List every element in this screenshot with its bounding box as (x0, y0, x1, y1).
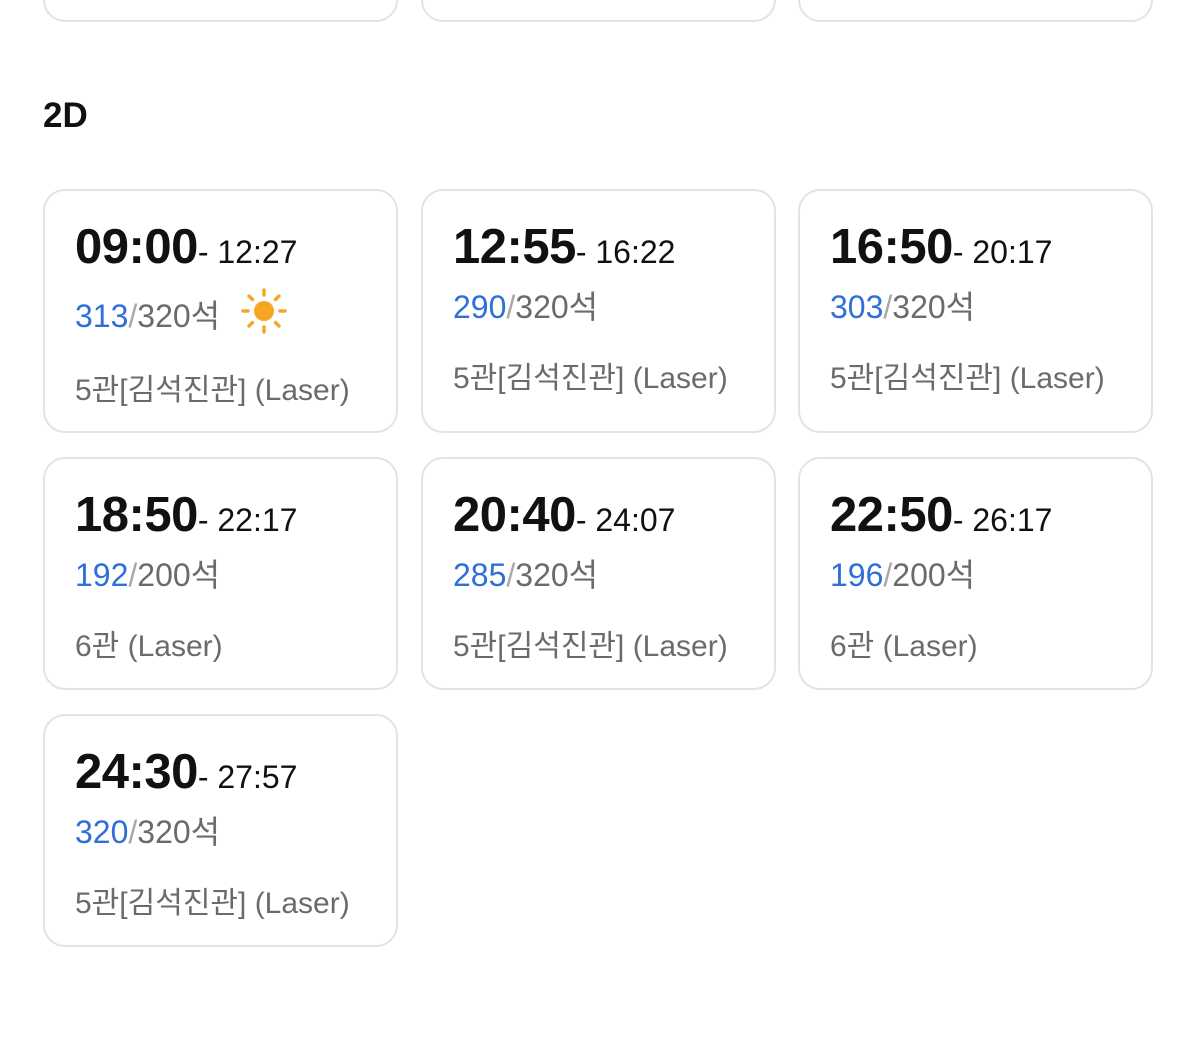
seat-availability: 303/320석 (830, 282, 975, 328)
start-time: 12:55 (453, 220, 576, 274)
seat-availability: 290/320석 (453, 282, 598, 328)
seat-separator: / (128, 298, 138, 334)
end-time: - 22:17 (197, 502, 298, 538)
start-time: 16:50 (830, 220, 953, 274)
available-seats: 285 (453, 557, 507, 593)
showtime-card[interactable]: 24:30- 27:57 320/320석 5관[김석진관] (Laser) (43, 714, 398, 947)
auditorium-label: 5관[김석진관] (Laser) (75, 374, 350, 407)
available-seats: 192 (75, 557, 129, 593)
time-range: 24:30- 27:57 (75, 744, 297, 800)
start-time: 18:50 (75, 488, 198, 542)
seat-availability: 196/200석 (830, 550, 975, 596)
total-seats: 200석 (892, 557, 976, 593)
format-section-title: 2D (43, 96, 88, 135)
time-range: 12:55- 16:22 (453, 219, 675, 275)
sun-icon (241, 287, 287, 342)
showtime-page: 2D 09:00- 12:27 313/320석 5관[김석진관] (Laser… (0, 0, 1200, 1041)
start-time: 20:40 (453, 488, 576, 542)
total-seats: 320석 (137, 814, 221, 850)
auditorium-label: 5관[김석진관] (Laser) (75, 887, 350, 920)
time-range: 22:50- 26:17 (830, 487, 1052, 543)
showtime-card[interactable]: 16:50- 20:17 303/320석 5관[김석진관] (Laser) (798, 189, 1153, 433)
end-time: - 26:17 (952, 502, 1053, 538)
total-seats: 320석 (892, 289, 976, 325)
previous-showtime-card[interactable] (43, 0, 398, 22)
time-range: 09:00- 12:27 (75, 219, 297, 275)
time-range: 18:50- 22:17 (75, 487, 297, 543)
available-seats: 290 (453, 289, 507, 325)
seat-availability: 313/320석 (75, 287, 287, 342)
showtime-card[interactable]: 12:55- 16:22 290/320석 5관[김석진관] (Laser) (421, 189, 776, 433)
end-time: - 20:17 (952, 234, 1053, 270)
showtime-card[interactable]: 20:40- 24:07 285/320석 5관[김석진관] (Laser) (421, 457, 776, 690)
end-time: - 16:22 (575, 234, 676, 270)
seat-separator: / (883, 557, 893, 593)
total-seats: 320석 (515, 557, 599, 593)
seat-availability: 320/320석 (75, 807, 220, 853)
seat-separator: / (128, 814, 138, 850)
available-seats: 313 (75, 298, 129, 334)
seat-separator: / (506, 557, 516, 593)
auditorium-label: 5관[김석진관] (Laser) (453, 630, 728, 663)
time-range: 16:50- 20:17 (830, 219, 1052, 275)
seat-availability: 192/200석 (75, 550, 220, 596)
showtime-card[interactable]: 09:00- 12:27 313/320석 5관[김석진관] (Laser) (43, 189, 398, 433)
seat-availability: 285/320석 (453, 550, 598, 596)
time-range: 20:40- 24:07 (453, 487, 675, 543)
showtime-card[interactable]: 18:50- 22:17 192/200석 6관 (Laser) (43, 457, 398, 690)
previous-showtime-card[interactable] (798, 0, 1153, 22)
showtime-card[interactable]: 22:50- 26:17 196/200석 6관 (Laser) (798, 457, 1153, 690)
available-seats: 320 (75, 814, 129, 850)
end-time: - 12:27 (197, 234, 298, 270)
seat-separator: / (506, 289, 516, 325)
available-seats: 303 (830, 289, 884, 325)
auditorium-label: 5관[김석진관] (Laser) (453, 362, 728, 395)
auditorium-label: 6관 (Laser) (830, 630, 978, 663)
seat-separator: / (128, 557, 138, 593)
previous-showtime-card[interactable] (421, 0, 776, 22)
auditorium-label: 6관 (Laser) (75, 630, 223, 663)
total-seats: 320석 (137, 298, 221, 334)
available-seats: 196 (830, 557, 884, 593)
seat-separator: / (883, 289, 893, 325)
auditorium-label: 5관[김석진관] (Laser) (830, 362, 1105, 395)
start-time: 09:00 (75, 220, 198, 274)
start-time: 22:50 (830, 488, 953, 542)
end-time: - 24:07 (575, 502, 676, 538)
start-time: 24:30 (75, 745, 198, 799)
total-seats: 320석 (515, 289, 599, 325)
total-seats: 200석 (137, 557, 221, 593)
end-time: - 27:57 (197, 759, 298, 795)
